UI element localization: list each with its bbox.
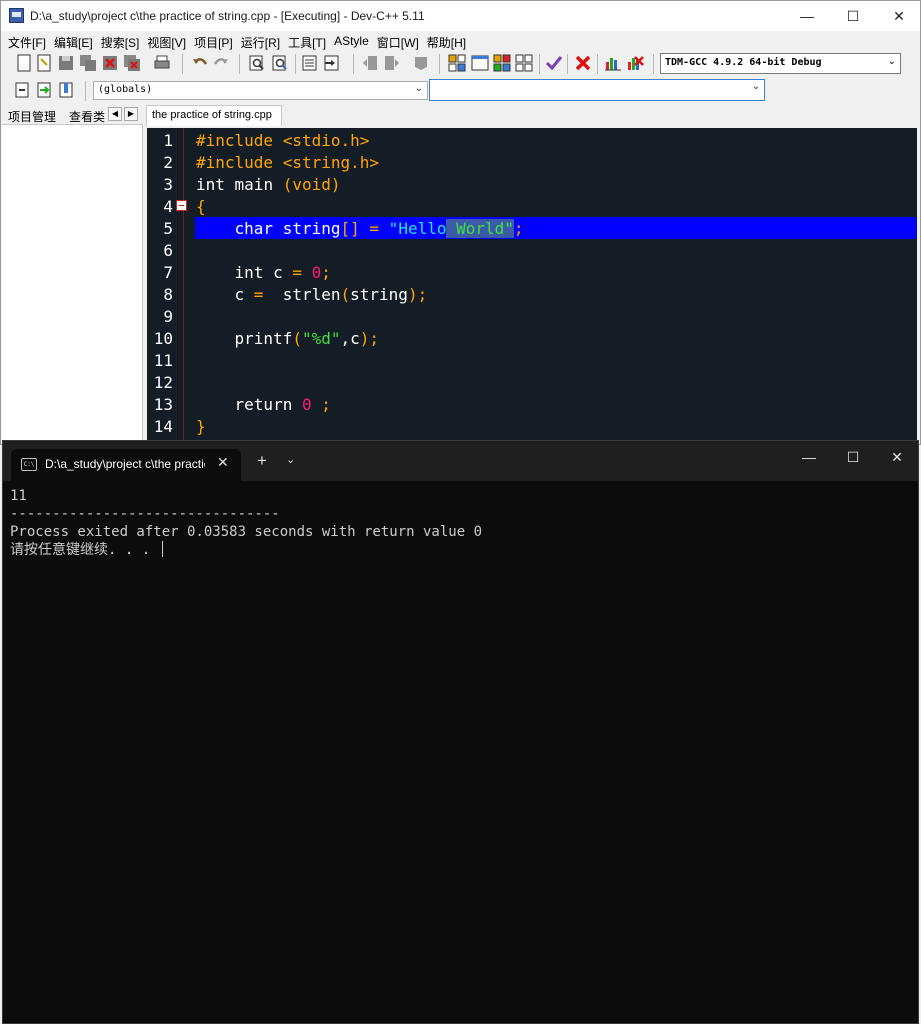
menu-window[interactable]: 窗口[W]: [374, 31, 423, 51]
print-icon[interactable]: [153, 54, 171, 72]
code-line: 4 {: [163, 197, 206, 216]
close-all-icon[interactable]: [123, 54, 141, 72]
unindent-icon[interactable]: [383, 54, 401, 72]
save-all-icon[interactable]: [79, 54, 97, 72]
compiler-select-value: TDM-GCC 4.9.2 64-bit Debug: [665, 57, 822, 68]
globals-select-value: (globals): [98, 84, 153, 95]
scroll-right-icon[interactable]: ▶: [124, 107, 138, 121]
menu-edit[interactable]: 编辑[E]: [51, 31, 97, 51]
window-title: D:\a_study\project c\the practice of str…: [30, 9, 425, 23]
new-tab-button[interactable]: +: [257, 451, 267, 471]
terminal-close-button[interactable]: ✕: [875, 449, 919, 473]
rebuild-all-icon[interactable]: [515, 54, 533, 72]
tab-project[interactable]: 项目管理: [8, 108, 56, 125]
menu-project[interactable]: 项目[P]: [191, 31, 237, 51]
close-tab-icon[interactable]: ✕: [217, 454, 229, 471]
terminal-minimize-button[interactable]: —: [787, 449, 831, 473]
function-select[interactable]: ⌄: [429, 79, 765, 101]
output-line: Process exited after 0.03583 seconds wit…: [10, 524, 483, 540]
new-file-icon[interactable]: [15, 54, 33, 72]
terminal-tab-bar: C:\ D:\a_study\project c\the practice of…: [3, 441, 918, 481]
terminal-maximize-button[interactable]: ☐: [831, 449, 875, 473]
delete-profile-icon[interactable]: [626, 54, 644, 72]
code-line: 2 #include <string.h>: [163, 153, 380, 172]
tab-dropdown-button[interactable]: ⌄: [286, 453, 295, 466]
output-line: 请按任意键继续. . .: [10, 541, 482, 559]
open-project-icon[interactable]: [35, 54, 53, 72]
tab-classes[interactable]: 查看类: [69, 108, 105, 125]
code-line: 3 int main (void): [163, 175, 341, 194]
text-cursor: [161, 541, 163, 557]
scroll-left-icon[interactable]: ◀: [108, 107, 122, 121]
goto-line-icon[interactable]: [301, 54, 319, 72]
chevron-down-icon: ⌄: [751, 81, 760, 92]
devcpp-window: D:\a_study\project c\the practice of str…: [0, 0, 921, 445]
chevron-down-icon: ⌄: [887, 56, 896, 67]
project-panel: 项目管理 查看类 ◀ ▶: [2, 105, 143, 445]
compile-run-icon[interactable]: [493, 54, 511, 72]
find-icon[interactable]: [248, 54, 266, 72]
stop-execution-icon[interactable]: [574, 54, 592, 72]
redo-icon[interactable]: [212, 54, 230, 72]
output-line: --------------------------------: [10, 506, 280, 522]
console-icon: C:\: [21, 458, 37, 471]
globals-select[interactable]: (globals) ⌄: [93, 81, 428, 100]
fold-collapse-icon[interactable]: [176, 200, 187, 211]
devcpp-app-icon: [9, 8, 24, 23]
compiler-select[interactable]: TDM-GCC 4.9.2 64-bit Debug ⌄: [660, 53, 901, 74]
code-line-highlighted: 5 char string[] = "Hello World";: [147, 217, 917, 239]
syntax-check-icon[interactable]: [545, 54, 563, 72]
menu-bar: 文件[F] 编辑[E] 搜索[S] 视图[V] 项目[P] 运行[R] 工具[T…: [1, 31, 920, 51]
menu-astyle[interactable]: AStyle: [331, 31, 373, 51]
menu-file[interactable]: 文件[F]: [5, 31, 50, 51]
code-line: 13 return 0 ;: [153, 395, 331, 414]
menu-run[interactable]: 运行[R]: [238, 31, 284, 51]
toggle-icon[interactable]: [35, 81, 53, 99]
compile-icon[interactable]: [448, 54, 466, 72]
terminal-window: C:\ D:\a_study\project c\the practice of…: [2, 440, 919, 1024]
comment-icon[interactable]: [412, 54, 430, 72]
insert-icon[interactable]: [13, 81, 31, 99]
profile-icon[interactable]: [604, 54, 622, 72]
code-editor[interactable]: 1 #include <stdio.h> 2 #include <string.…: [147, 128, 917, 445]
close-button[interactable]: ✕: [876, 1, 921, 31]
goto-bookmark-icon[interactable]: [57, 81, 75, 99]
code-line: 12: [153, 373, 173, 392]
terminal-tab[interactable]: C:\ D:\a_study\project c\the practice of…: [11, 449, 241, 481]
output-line: 11: [10, 488, 27, 504]
replace-icon[interactable]: [271, 54, 289, 72]
title-bar: D:\a_study\project c\the practice of str…: [1, 1, 920, 31]
tab-source-file[interactable]: the practice of string.cpp: [146, 105, 282, 126]
project-panel-tabs: 项目管理 查看类 ◀ ▶: [2, 105, 143, 125]
indent-icon[interactable]: [361, 54, 379, 72]
menu-search[interactable]: 搜索[S]: [98, 31, 144, 51]
code-line: 1 #include <stdio.h>: [163, 131, 370, 150]
undo-icon[interactable]: [191, 54, 209, 72]
toggle-bookmark-icon[interactable]: [323, 54, 341, 72]
code-line: 14 }: [153, 417, 206, 436]
maximize-button[interactable]: ☐: [830, 1, 876, 31]
code-line: 7 int c = 0;: [163, 263, 331, 282]
code-line: 9: [163, 307, 173, 326]
menu-tools[interactable]: 工具[T]: [285, 31, 330, 51]
menu-help[interactable]: 帮助[H]: [424, 31, 470, 51]
terminal-tab-title: D:\a_study\project c\the practice of str…: [45, 457, 205, 471]
code-line: 8 c = strlen(string);: [163, 285, 428, 304]
menu-view[interactable]: 视图[V]: [144, 31, 190, 51]
minimize-button[interactable]: —: [784, 1, 830, 31]
close-file-icon[interactable]: [101, 54, 119, 72]
terminal-output[interactable]: 11 -------------------------------- Proces…: [10, 487, 482, 559]
run-icon[interactable]: [471, 54, 489, 72]
chevron-down-icon: ⌄: [414, 83, 423, 94]
save-icon[interactable]: [57, 54, 75, 72]
code-line: 10 printf("%d",c);: [153, 329, 380, 348]
code-line: 6: [163, 241, 173, 260]
code-line: 11: [153, 351, 173, 370]
